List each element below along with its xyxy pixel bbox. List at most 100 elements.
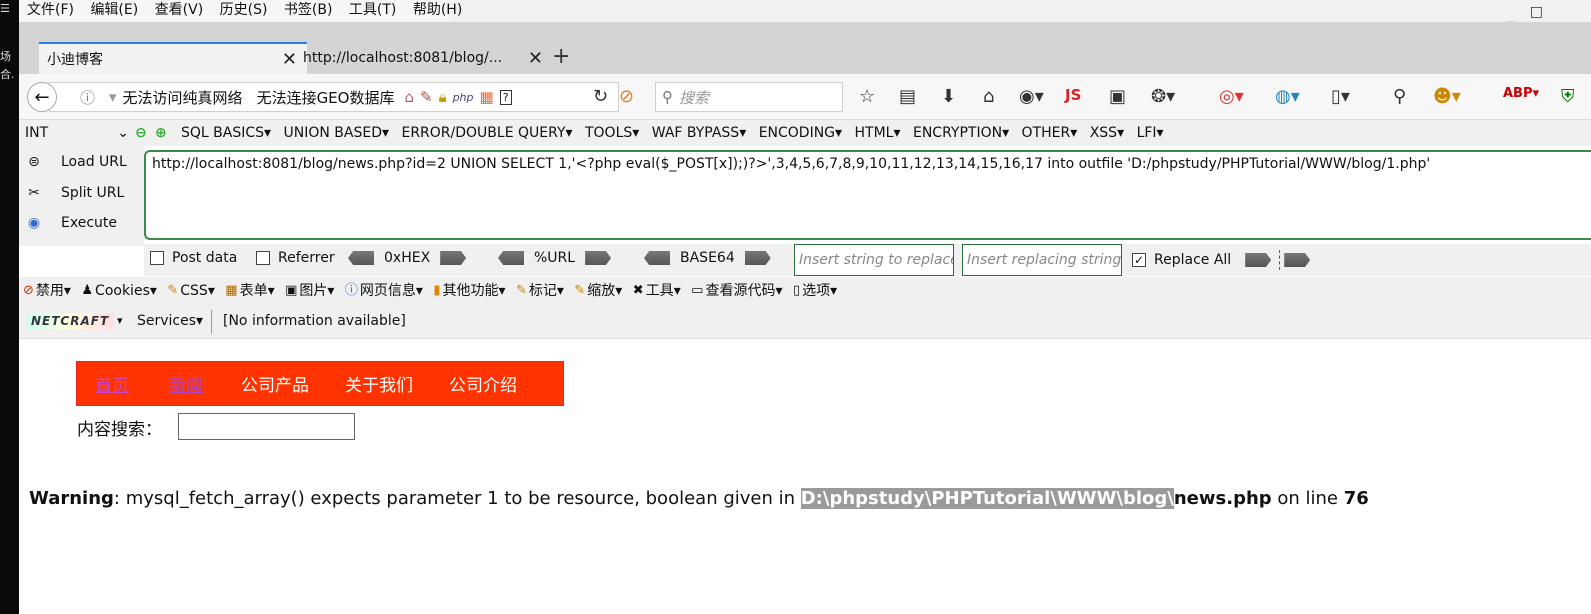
home-button-icon[interactable]: ⌂ [983, 86, 994, 107]
forms-menu[interactable]: ▦ 表单 ▾ [225, 277, 274, 305]
arrow-right-icon[interactable] [744, 251, 771, 265]
js-icon[interactable]: JS [1065, 86, 1081, 104]
network-icon[interactable]: ◍▾ [1275, 86, 1300, 107]
url-bar[interactable]: ⓘ ▾ 无法访问纯真网络 无法连接GEO数据库 ⌂ ✎ 🔒︎ php ▦ ? [49, 82, 619, 112]
page-info-menu[interactable]: ⓘ 网页信息 ▾ [345, 277, 423, 305]
back-button[interactable]: ← [27, 82, 57, 112]
menu-tools[interactable]: 工具(T) [345, 0, 400, 20]
minimize-button[interactable]: _ [1507, 4, 1515, 23]
post-data-checkbox[interactable]: Post data [150, 250, 237, 266]
menu-file[interactable]: 文件(F) [23, 0, 78, 20]
misc-menu[interactable]: ▮ 其他功能 ▾ [433, 277, 505, 305]
nav-intro-link[interactable]: 公司介绍 [449, 371, 517, 396]
tools-menu[interactable]: ✖ 工具 ▾ [633, 277, 681, 305]
adblock-icon[interactable]: ABP▾ [1503, 86, 1539, 101]
arrow-left-icon[interactable] [644, 251, 670, 265]
menu-view[interactable]: 查看(V) [151, 0, 208, 20]
menu-tools[interactable]: TOOLS▾ [585, 120, 639, 146]
menu-sql-basics[interactable]: SQL BASICS▾ [181, 120, 271, 146]
new-tab-button[interactable]: + [552, 44, 570, 69]
menu-encoding[interactable]: ENCODING▾ [759, 120, 842, 146]
sidebar-icon[interactable]: ▯▾ [1331, 86, 1350, 107]
images-menu[interactable]: ▣ 图片 ▾ [285, 277, 334, 305]
arrow-left-icon[interactable] [348, 251, 374, 265]
marker-icon: ✎ [516, 283, 527, 298]
menu-lfi[interactable]: LFI▾ [1137, 120, 1164, 146]
globe-icon[interactable]: ◉▾ [1019, 86, 1044, 107]
chevron-down-icon[interactable]: ▾ [117, 314, 123, 327]
plus-icon[interactable]: ⊕ [155, 125, 167, 141]
checkbox-checked-icon[interactable]: ✓ [1132, 253, 1146, 267]
url-textarea[interactable]: http://localhost:8081/blog/news.php?id=2… [144, 150, 1591, 240]
menu-error-double-query[interactable]: ERROR/DOUBLE QUERY▾ [401, 120, 572, 146]
desktop-edge: ☰ 场 合. [0, 0, 19, 614]
bookmark-star-icon[interactable]: ☆ [859, 86, 875, 107]
tab-inactive[interactable]: http://localhost:8081/blog/... ✕ [295, 42, 553, 74]
menu-union-based[interactable]: UNION BASED▾ [284, 120, 390, 146]
stop-icon[interactable]: ⊘ [619, 86, 634, 107]
dropdown-icon[interactable]: ▾ [109, 88, 117, 106]
nav-home-link[interactable]: 首页 [95, 371, 129, 396]
palette-icon[interactable]: ❂▾ [1151, 86, 1175, 107]
execute-button[interactable]: ◉ Execute [25, 215, 117, 231]
reader-icon[interactable]: ▤ [899, 86, 916, 107]
tab-active[interactable]: 小迪博客 ✕ [39, 42, 307, 74]
arrow-right-icon[interactable] [1284, 253, 1311, 267]
css-menu[interactable]: ✎ CSS ▾ [167, 277, 215, 305]
resize-menu[interactable]: ✎ 缩放 ▾ [574, 277, 622, 305]
menu-bookmarks[interactable]: 书签(B) [280, 0, 337, 20]
minus-icon[interactable]: ⊖ [135, 125, 147, 141]
scissors-icon: ✂ [28, 185, 40, 201]
insert-string-input[interactable]: Insert string to replace [794, 244, 954, 276]
split-url-button[interactable]: ✂ Split URL [25, 185, 124, 201]
options-menu[interactable]: ▯ 选项 ▾ [793, 277, 837, 305]
image-icon: ▣ [285, 283, 298, 298]
menu-other[interactable]: OTHER▾ [1022, 120, 1078, 146]
menu-edit[interactable]: 编辑(E) [86, 0, 142, 20]
menu-xss[interactable]: XSS▾ [1090, 120, 1124, 146]
arrow-left-icon[interactable] [498, 251, 524, 265]
type-select[interactable]: INT [25, 120, 48, 146]
disable-menu[interactable]: ⊘ 禁用 ▾ [23, 277, 71, 305]
menu-history[interactable]: 历史(S) [216, 0, 272, 20]
warning-online: on line [1271, 488, 1344, 509]
nav-about-link[interactable]: 关于我们 [345, 371, 413, 396]
menu-encryption[interactable]: ENCRYPTION▾ [913, 120, 1009, 146]
menu-waf-bypass[interactable]: WAF BYPASS▾ [652, 120, 746, 146]
addon-icon[interactable]: ◎▾ [1219, 86, 1244, 107]
search-input[interactable]: ⚲ 搜索 [655, 82, 843, 112]
load-url-button[interactable]: ⊜ Load URL [25, 154, 127, 170]
monkey-icon[interactable]: ☻▾ [1433, 86, 1461, 107]
arrow-right-icon[interactable] [1245, 253, 1272, 267]
split-url-label: Split URL [61, 185, 125, 201]
menu-html[interactable]: HTML▾ [855, 120, 901, 146]
referrer-checkbox[interactable]: Referrer [256, 250, 335, 266]
services-menu[interactable]: Services▾ [137, 313, 203, 329]
view-source-menu[interactable]: ▭ 查看源代码 ▾ [691, 277, 782, 305]
image-icon[interactable]: ▣ [1109, 86, 1126, 107]
content-search-input[interactable] [178, 413, 355, 440]
checkbox-icon[interactable] [256, 251, 270, 265]
checkbox-icon[interactable] [150, 251, 164, 265]
replace-all-checkbox[interactable]: ✓ Replace All [1132, 250, 1311, 270]
nav-news-link[interactable]: 新闻 [169, 371, 203, 396]
wrench-icon: ✖ [632, 283, 644, 298]
arrow-right-icon[interactable] [440, 251, 467, 265]
reload-icon[interactable]: ↻ [593, 86, 608, 107]
arrow-right-icon[interactable] [585, 251, 612, 265]
chevron-down-icon[interactable]: ⌄ [117, 120, 129, 146]
replacing-string-input[interactable]: Insert replacing string [962, 244, 1122, 276]
close-tab-icon[interactable]: ✕ [528, 48, 543, 69]
maximize-button[interactable]: □ [1530, 4, 1543, 20]
nav-products-link[interactable]: 公司产品 [241, 371, 309, 396]
info-icon[interactable]: ⓘ [80, 87, 95, 108]
zoom-icon[interactable]: ⚲ [1393, 86, 1406, 107]
shield-icon[interactable]: ⛨ [1561, 86, 1575, 107]
outline-menu[interactable]: ✎ 标记 ▾ [516, 277, 564, 305]
netcraft-logo[interactable]: NETCRAFT [27, 313, 114, 329]
download-icon[interactable]: ⬇ [941, 86, 956, 107]
menu-help[interactable]: 帮助(H) [409, 0, 466, 20]
search-label: 内容搜索： [77, 420, 162, 440]
cookies-menu[interactable]: ♟ Cookies ▾ [81, 277, 157, 305]
feather-icon: ✎ [420, 88, 433, 106]
